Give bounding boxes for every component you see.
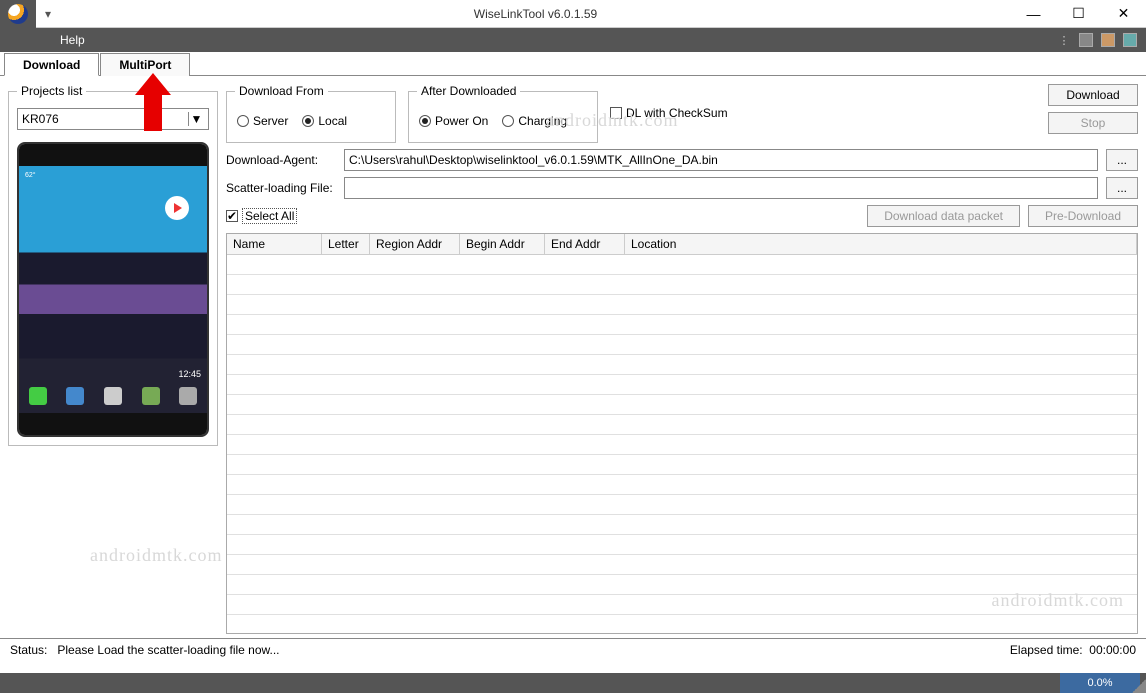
menu-bar: Help ⋮ (0, 28, 1146, 52)
resize-grip-icon[interactable] (1132, 679, 1146, 693)
window-title: WiseLinkTool v6.0.1.59 (60, 7, 1011, 21)
col-letter[interactable]: Letter (322, 234, 370, 254)
footer-strip: 0.0% (0, 673, 1146, 693)
toolbar-icon-2[interactable] (1078, 32, 1094, 48)
pre-download-button[interactable]: Pre-Download (1028, 205, 1138, 227)
projects-fieldset: Projects list KR076 ▼ 62° 12:45 (8, 84, 218, 446)
browse-scatter-button[interactable]: ... (1106, 177, 1138, 199)
maximize-button[interactable]: ☐ (1056, 0, 1101, 28)
radio-charging[interactable]: Charging (502, 114, 567, 128)
qat-dropdown-icon[interactable]: ▾ (36, 7, 60, 21)
download-data-packet-button[interactable]: Download data packet (867, 205, 1020, 227)
status-message: Please Load the scatter-loading file now… (57, 643, 279, 657)
table-body-empty (227, 255, 1137, 633)
projects-selected: KR076 (22, 112, 59, 126)
progress-bar (10, 659, 1136, 669)
stop-button[interactable]: Stop (1048, 112, 1138, 134)
toolbar-icon-3[interactable] (1100, 32, 1116, 48)
close-button[interactable]: ✕ (1101, 0, 1146, 28)
content-area: Projects list KR076 ▼ 62° 12:45 (0, 76, 1146, 638)
minimize-button[interactable]: — (1011, 0, 1056, 28)
dropdown-arrow-icon: ▼ (188, 112, 204, 126)
after-downloaded-fieldset: After Downloaded Power On Charging (408, 84, 598, 143)
partition-table[interactable]: Name Letter Region Addr Begin Addr End A… (226, 233, 1138, 634)
device-preview-image: 62° 12:45 (17, 142, 209, 437)
download-button[interactable]: Download (1048, 84, 1138, 106)
col-end[interactable]: End Addr (545, 234, 625, 254)
download-agent-label: Download-Agent: (226, 153, 336, 167)
after-downloaded-legend: After Downloaded (417, 84, 520, 98)
title-bar: ▾ WiseLinkTool v6.0.1.59 — ☐ ✕ (0, 0, 1146, 28)
col-location[interactable]: Location (625, 234, 1137, 254)
menu-help[interactable]: Help (48, 28, 97, 52)
radio-local[interactable]: Local (302, 114, 347, 128)
elapsed-label: Elapsed time: (1010, 643, 1083, 657)
projects-dropdown[interactable]: KR076 ▼ (17, 108, 209, 130)
projects-legend: Projects list (17, 84, 86, 98)
tabstrip: Download MultiPort (0, 52, 1146, 76)
download-from-fieldset: Download From Server Local (226, 84, 396, 143)
elapsed-value: 00:00:00 (1089, 643, 1136, 657)
checkbox-select-all[interactable]: ✔ Select All (226, 208, 297, 224)
browse-da-button[interactable]: ... (1106, 149, 1138, 171)
tab-download[interactable]: Download (4, 53, 99, 76)
download-from-legend: Download From (235, 84, 328, 98)
progress-percent: 0.0% (1060, 673, 1140, 693)
col-begin[interactable]: Begin Addr (460, 234, 545, 254)
col-region[interactable]: Region Addr (370, 234, 460, 254)
tab-multiport[interactable]: MultiPort (100, 53, 190, 76)
radio-server[interactable]: Server (237, 114, 288, 128)
radio-power-on[interactable]: Power On (419, 114, 488, 128)
toolbar-icon-1[interactable]: ⋮ (1056, 32, 1072, 48)
scatter-input[interactable] (344, 177, 1098, 199)
toolbar-icon-4[interactable] (1122, 32, 1138, 48)
status-prefix: Status: (10, 643, 47, 657)
scatter-label: Scatter-loading File: (226, 181, 336, 195)
checkbox-dl-checksum[interactable]: DL with CheckSum (610, 106, 728, 120)
col-name[interactable]: Name (227, 234, 322, 254)
download-agent-input[interactable] (344, 149, 1098, 171)
app-icon (0, 0, 36, 28)
status-bar: Status: Please Load the scatter-loading … (0, 639, 1146, 659)
